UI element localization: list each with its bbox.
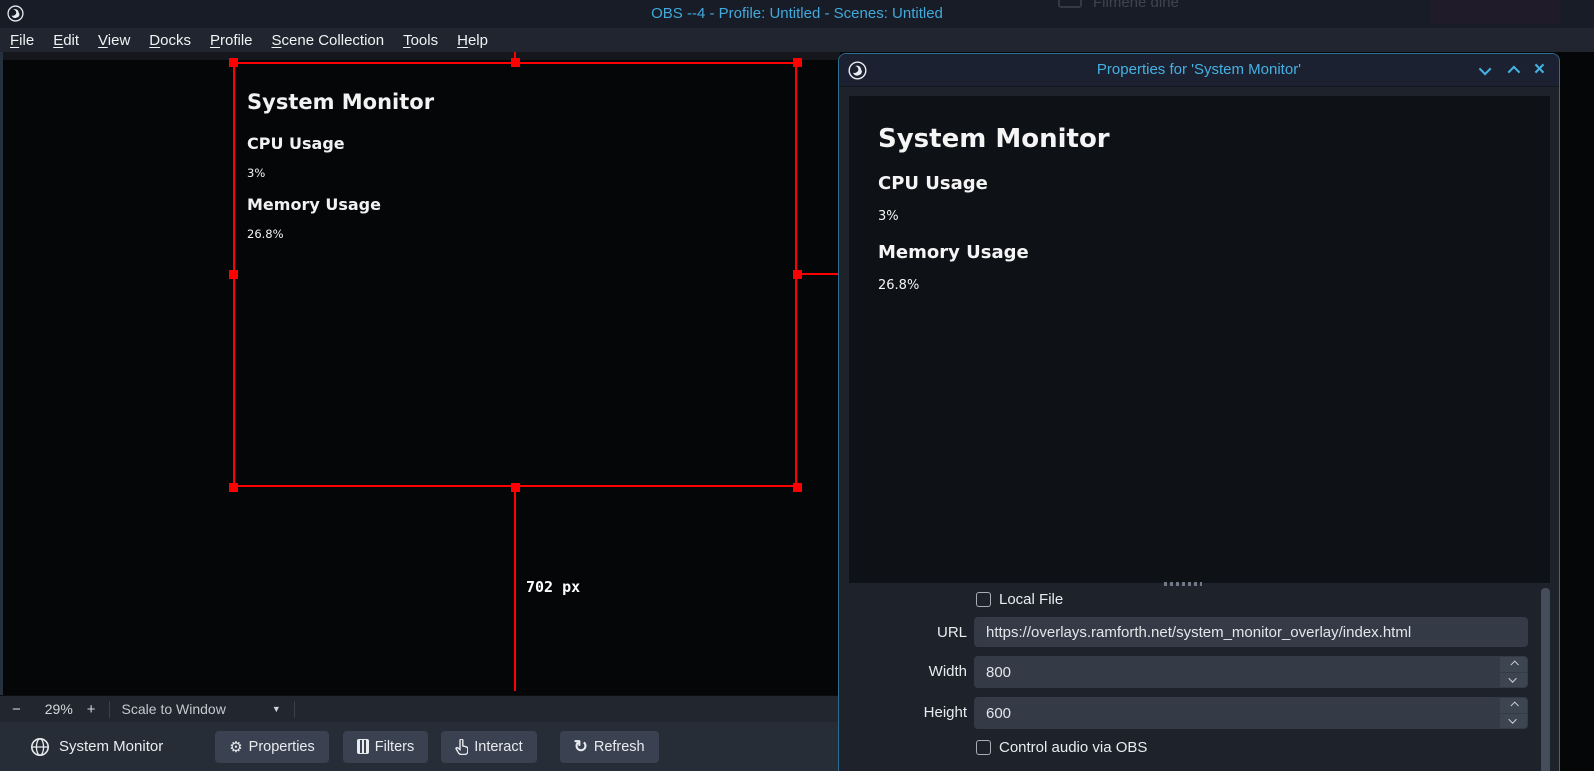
handle-bottom-left[interactable] [229,483,238,492]
control-audio-label: Control audio via OBS [999,739,1147,756]
properties-dialog: Properties for 'System Monitor' × System… [838,53,1560,771]
width-increment-button[interactable] [1500,657,1527,672]
zoom-out-button[interactable]: − [12,701,21,718]
handle-middle-left[interactable] [229,270,238,279]
interact-button[interactable]: Interact [441,731,536,763]
height-increment-button[interactable] [1500,698,1527,713]
dialog-title: Properties for 'System Monitor' [839,61,1559,78]
source-selection-box[interactable] [233,62,797,487]
preview-cpu-value: 3% [878,209,899,224]
menu-view[interactable]: View [98,32,130,49]
menubar: File Edit View Docks Profile Scene Colle… [0,28,1594,52]
preview-cpu-label: CPU Usage [878,173,988,194]
handle-top-right[interactable] [793,58,802,67]
refresh-icon: ↻ [574,738,588,755]
filters-button[interactable]: Filters [343,731,428,763]
filters-button-label: Filters [375,739,414,755]
handle-top-left[interactable] [229,58,238,67]
menu-tools[interactable]: Tools [403,32,438,49]
dialog-titlebar[interactable]: Properties for 'System Monitor' × [839,54,1559,87]
url-input[interactable] [974,617,1528,647]
preview-zoom-bar: − 29% + Scale to Window ▼ [0,695,840,722]
preview-mem-label: Memory Usage [878,242,1029,263]
splitter-handle[interactable] [1164,582,1202,586]
titlebar: Filmene dine OBS --4 - Profile: Untitled… [0,0,1594,28]
guide-line-right [797,273,838,275]
distance-label: 702 px [526,578,580,596]
dialog-source-preview: System Monitor CPU Usage 3% Memory Usage… [849,96,1550,583]
control-audio-checkbox[interactable] [976,740,991,755]
handle-bottom-right[interactable] [793,483,802,492]
menu-edit[interactable]: Edit [53,32,79,49]
close-icon[interactable]: × [1534,60,1545,79]
interact-button-label: Interact [474,739,522,755]
width-input[interactable] [974,656,1528,688]
preview-mem-value: 26.8% [878,278,919,293]
local-file-label: Local File [999,591,1063,608]
properties-button[interactable]: ⚙ Properties [215,731,329,763]
filter-icon [357,739,369,754]
menu-help[interactable]: Help [457,32,488,49]
divider [109,701,110,718]
preview-title: System Monitor [878,124,1110,154]
guide-line-bottom [514,487,516,691]
ghost-logo-blob [1430,0,1560,24]
menu-file[interactable]: File [10,32,34,49]
source-toolbar: System Monitor ⚙ Properties Filters Inte… [0,722,840,771]
properties-button-label: Properties [249,739,315,755]
width-label: Width [839,663,967,680]
height-input[interactable] [974,697,1528,729]
guide-line-top [514,52,516,62]
height-decrement-button[interactable] [1500,714,1527,729]
interact-hand-icon [455,739,468,755]
canvas-top-shade [0,52,840,60]
browser-source-globe-icon [30,737,50,757]
menu-scene-collection[interactable]: Scene Collection [272,32,385,49]
width-decrement-button[interactable] [1500,673,1527,688]
width-spinner [974,656,1528,688]
height-spinner [974,697,1528,729]
chevron-down-icon[interactable]: ▼ [272,704,281,714]
zoom-in-button[interactable]: + [87,701,96,718]
dock-edge-strip [0,52,3,695]
url-label: URL [839,624,967,641]
scale-mode-dropdown[interactable]: Scale to Window [122,701,226,717]
selected-source-name: System Monitor [59,738,163,755]
refresh-button-label: Refresh [594,739,645,755]
zoom-level: 29% [39,701,79,717]
menu-docks[interactable]: Docks [149,32,191,49]
restore-chevron-up-icon[interactable] [1507,66,1520,79]
divider [294,701,295,718]
window-title: OBS --4 - Profile: Untitled - Scenes: Un… [0,5,1594,22]
dialog-scrollbar[interactable] [1541,588,1550,771]
height-label: Height [839,704,967,721]
obs-main-window: Filmene dine OBS --4 - Profile: Untitled… [0,0,1594,771]
gear-icon: ⚙ [229,738,242,756]
menu-profile[interactable]: Profile [210,32,253,49]
dialog-window-controls: × [1482,54,1545,87]
refresh-button[interactable]: ↻ Refresh [560,731,659,763]
local-file-checkbox[interactable] [976,592,991,607]
